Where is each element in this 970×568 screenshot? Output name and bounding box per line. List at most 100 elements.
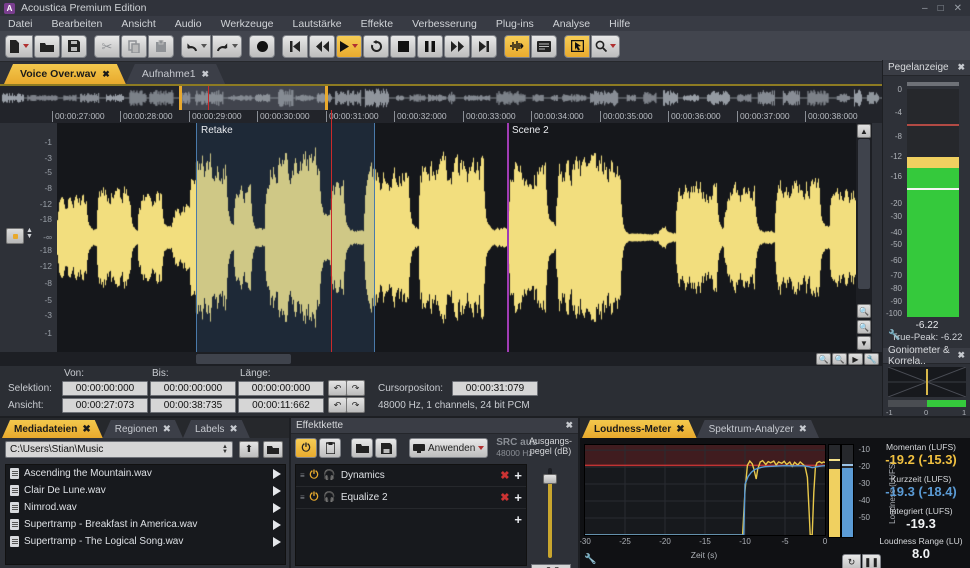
overview-strip[interactable]	[0, 84, 882, 112]
ansicht-von-field[interactable]: 00:00:27:073	[62, 398, 148, 413]
zoom-out-vertical-icon[interactable]: 🔍	[857, 320, 871, 334]
record-button[interactable]	[249, 34, 275, 58]
marker-scene2-line[interactable]	[507, 123, 509, 352]
menu-effekte[interactable]: Effekte	[361, 18, 394, 30]
media-file-row[interactable]: Clair De Lune.wav	[6, 482, 285, 499]
play-button[interactable]	[336, 34, 362, 58]
effect-power-icon[interactable]: ⏻	[310, 491, 319, 504]
loudness-reset-button[interactable]: ↻	[842, 554, 861, 568]
open-button[interactable]	[34, 34, 60, 58]
loudness-pause-button[interactable]: ❚❚	[862, 554, 881, 568]
menu-bearbeiten[interactable]: Bearbeiten	[52, 18, 103, 30]
skip-start-button[interactable]	[282, 34, 308, 58]
output-level-fader[interactable]	[543, 468, 557, 558]
tab-close-icon[interactable]: ✖	[163, 424, 171, 435]
waveform-canvas-area[interactable]	[57, 123, 856, 352]
browse-folder-button[interactable]	[263, 441, 283, 458]
horizontal-scrollbar[interactable]: 🔍 🔍 ▶ 🔧	[0, 352, 882, 366]
close-button[interactable]: ✕	[954, 3, 962, 14]
vertical-scrollbar[interactable]: ▲ 🔍 🔍 ▼	[856, 123, 872, 352]
timeline-ruler[interactable]: 00:00:27:000 00:00:28:000 00:00:29:000 0…	[0, 110, 882, 124]
undo-button[interactable]	[181, 34, 211, 58]
headphones-icon[interactable]: 🎧	[323, 492, 335, 503]
save-chain-button[interactable]	[375, 438, 397, 458]
new-file-button[interactable]	[5, 34, 33, 58]
selektion-bis-field[interactable]: 00:00:00:000	[150, 381, 236, 396]
preview-play-icon[interactable]	[273, 536, 281, 547]
clip-indicator[interactable]	[907, 82, 959, 86]
paste-button[interactable]	[148, 34, 174, 58]
menu-werkzeuge[interactable]: Werkzeuge	[221, 18, 274, 30]
tab-voice-over[interactable]: Voice Over.wav ✖	[4, 64, 126, 84]
zoom-dropdown-icon[interactable]	[610, 44, 616, 48]
scroll-up-icon[interactable]: ▲	[857, 124, 871, 138]
undo-dropdown-icon[interactable]	[201, 44, 207, 48]
panel-close-icon[interactable]: ✖	[957, 350, 965, 361]
menu-datei[interactable]: Datei	[8, 18, 33, 30]
redo-dropdown-icon[interactable]	[232, 44, 238, 48]
add-effect-icon[interactable]: +	[514, 468, 522, 483]
zoom-in-button[interactable]: 🔍	[816, 353, 831, 365]
media-file-row[interactable]: Nimrod.wav	[6, 499, 285, 516]
play-dropdown-icon[interactable]	[352, 44, 358, 48]
output-level-value[interactable]: -0.8	[531, 564, 571, 568]
add-effect-icon[interactable]: +	[514, 490, 522, 505]
cursor-position-field[interactable]: 00:00:31:079	[452, 381, 538, 396]
preview-play-icon[interactable]	[273, 502, 281, 513]
menu-ansicht[interactable]: Ansicht	[121, 18, 155, 30]
tab-mediadateien[interactable]: Mediadateien ✖	[2, 420, 103, 438]
menu-audio[interactable]: Audio	[175, 18, 202, 30]
new-file-dropdown-icon[interactable]	[23, 44, 29, 48]
remove-effect-icon[interactable]: ✖	[500, 469, 509, 482]
redo-button[interactable]	[212, 34, 242, 58]
tab-close-icon[interactable]: ✖	[202, 69, 210, 80]
menu-verbesserung[interactable]: Verbesserung	[412, 18, 477, 30]
level-meter-settings-icon[interactable]: 🔧	[888, 330, 900, 341]
ansicht-laenge-field[interactable]: 00:00:11:662	[238, 398, 324, 413]
apply-dropdown-icon[interactable]	[478, 446, 485, 450]
chain-clipboard-button[interactable]	[319, 438, 341, 458]
effect-power-icon[interactable]: ⏻	[310, 469, 319, 482]
media-path-select[interactable]: C:\Users\Stian\Music ▲ ▼	[5, 441, 233, 458]
tab-close-icon[interactable]: ✖	[102, 69, 110, 80]
channel-spinner[interactable]: ▲ ▼	[26, 227, 33, 240]
path-spinner-icon[interactable]: ▲ ▼	[222, 444, 228, 455]
overview-view-start-handle[interactable]	[179, 86, 182, 110]
tab-spektrum-analyzer[interactable]: Spektrum-Analyzer ✖	[697, 420, 819, 438]
effect-row-dynamics[interactable]: ≡ ⏻ 🎧 Dynamics ✖ +	[296, 465, 526, 487]
preview-play-icon[interactable]	[273, 485, 281, 496]
ansicht-bis-field[interactable]: 00:00:38:735	[150, 398, 236, 413]
menu-lautstaerke[interactable]: Lautstärke	[293, 18, 342, 30]
zoom-in-vertical-icon[interactable]: 🔍	[857, 304, 871, 318]
tab-labels[interactable]: Labels ✖	[183, 420, 250, 438]
vertical-scroll-thumb[interactable]	[858, 139, 870, 289]
menu-analyse[interactable]: Analyse	[553, 18, 590, 30]
chain-power-button[interactable]: ⏻	[295, 438, 317, 458]
skip-end-button[interactable]	[471, 34, 497, 58]
selektion-von-field[interactable]: 00:00:00:000	[62, 381, 148, 396]
preview-play-icon[interactable]	[273, 468, 281, 479]
save-button[interactable]	[61, 34, 87, 58]
selection-redo-button[interactable]: ↷	[346, 380, 365, 396]
load-chain-button[interactable]	[351, 438, 373, 458]
apply-button[interactable]: Anwenden	[409, 438, 489, 458]
region-retake[interactable]: Retake	[196, 123, 375, 352]
pause-button[interactable]	[417, 34, 443, 58]
media-file-row[interactable]: Supertramp - The Logical Song.wav	[6, 533, 285, 550]
editor-settings-button[interactable]: 🔧	[864, 353, 879, 365]
tab-aufnahme1[interactable]: Aufnahme1 ✖	[126, 64, 225, 84]
maximize-button[interactable]: □	[938, 3, 944, 14]
menu-plugins[interactable]: Plug-ins	[496, 18, 534, 30]
media-file-row[interactable]: Ascending the Mountain.wav	[6, 465, 285, 482]
panel-close-icon[interactable]: ✖	[565, 420, 573, 431]
preview-play-icon[interactable]	[273, 519, 281, 530]
fast-forward-button[interactable]	[444, 34, 470, 58]
copy-button[interactable]	[121, 34, 147, 58]
minimize-button[interactable]: –	[922, 3, 928, 14]
tab-close-icon[interactable]: ✖	[799, 424, 807, 435]
loudness-settings-icon[interactable]: 🔧	[584, 554, 596, 565]
tab-loudness-meter[interactable]: Loudness-Meter ✖	[582, 420, 697, 438]
playlist-button[interactable]	[531, 34, 557, 58]
horizontal-scroll-thumb[interactable]	[196, 354, 291, 364]
selection-undo-button[interactable]: ↶	[328, 380, 347, 396]
